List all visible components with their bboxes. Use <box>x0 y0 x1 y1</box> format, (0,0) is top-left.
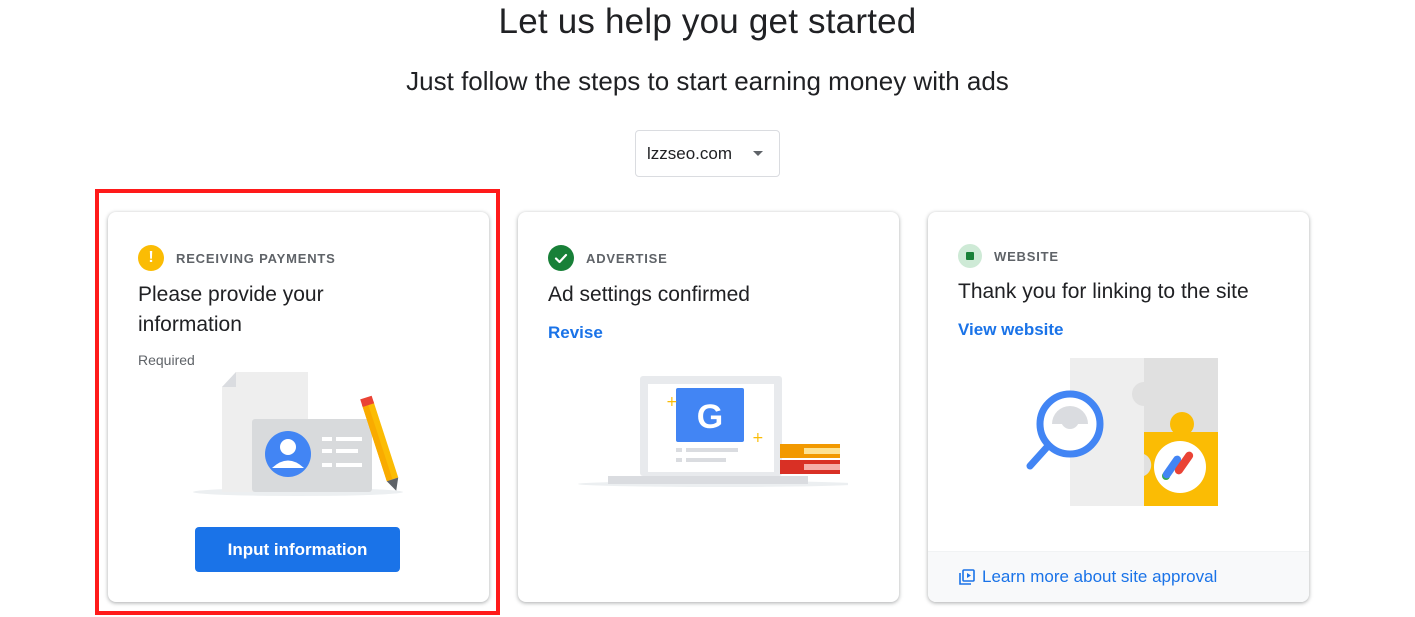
card-title: Ad settings confirmed <box>548 283 750 306</box>
site-status-icon <box>958 244 982 268</box>
card-title: Thank you for linking to the site <box>958 280 1249 303</box>
card-label: RECEIVING PAYMENTS <box>176 250 336 266</box>
view-website-link[interactable]: View website <box>958 320 1064 340</box>
svg-text:G: G <box>697 398 723 436</box>
revise-link[interactable]: Revise <box>548 323 603 343</box>
site-approval-footer[interactable]: Learn more about site approval <box>928 551 1309 602</box>
puzzle-search-illustration <box>1026 358 1218 506</box>
id-card-illustration <box>193 372 403 496</box>
receiving-payments-card: ! RECEIVING PAYMENTS Please provide your… <box>108 212 489 602</box>
card-header: ADVERTISE <box>548 245 668 271</box>
learn-more-link[interactable]: Learn more about site approval <box>982 567 1217 587</box>
check-circle-icon <box>548 245 574 271</box>
video-library-icon <box>959 569 975 585</box>
input-information-button[interactable]: Input information <box>195 527 400 572</box>
caret-down-icon <box>753 151 763 156</box>
site-selector-dropdown[interactable]: lzzseo.com <box>635 130 780 177</box>
website-card: WEBSITE Thank you for linking to the sit… <box>928 212 1309 602</box>
warning-icon: ! <box>138 245 164 271</box>
laptop-google-illustration: G + + <box>578 376 848 487</box>
card-header: WEBSITE <box>958 244 1059 268</box>
card-label: WEBSITE <box>994 248 1059 264</box>
required-text: Required <box>138 352 195 368</box>
page-subtitle: Just follow the steps to start earning m… <box>406 66 1009 96</box>
card-label: ADVERTISE <box>586 250 668 266</box>
site-selector-value: lzzseo.com <box>647 143 733 163</box>
svg-text:+: + <box>752 430 764 446</box>
card-title: Please provide your information <box>138 283 324 336</box>
advertise-card: ADVERTISE Ad settings confirmed Revise G… <box>518 212 899 602</box>
svg-text:+: + <box>666 394 678 410</box>
page-title: Let us help you get started <box>498 2 917 41</box>
card-header: ! RECEIVING PAYMENTS <box>138 245 336 271</box>
